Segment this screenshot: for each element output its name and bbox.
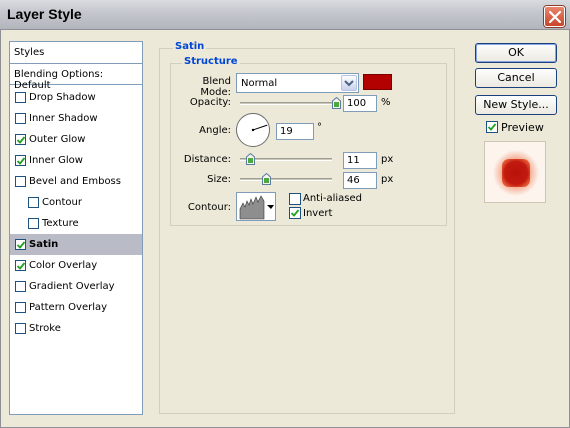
style-item-label: Inner Glow bbox=[29, 155, 83, 166]
style-item-inner-shadow[interactable]: Inner Shadow bbox=[10, 108, 142, 129]
opacity-input[interactable]: 100 bbox=[343, 95, 377, 112]
style-item-label: Bevel and Emboss bbox=[29, 176, 121, 187]
style-item-bevel-and-emboss[interactable]: Bevel and Emboss bbox=[10, 171, 142, 192]
styles-header[interactable]: Styles bbox=[10, 42, 142, 64]
style-item-label: Pattern Overlay bbox=[29, 302, 108, 313]
opacity-unit: % bbox=[381, 97, 391, 108]
title-bar: Layer Style bbox=[0, 0, 570, 30]
invert-label: Invert bbox=[303, 208, 333, 219]
invert-checkbox[interactable] bbox=[289, 207, 301, 219]
size-label: Size: bbox=[207, 174, 231, 185]
structure-group-title: Structure bbox=[182, 56, 240, 67]
close-icon bbox=[549, 11, 561, 23]
distance-input[interactable]: 11 bbox=[343, 152, 377, 169]
contour-picker[interactable] bbox=[236, 192, 276, 221]
contour-curve-icon bbox=[238, 193, 266, 220]
caret-down-icon bbox=[267, 205, 274, 209]
style-item-drop-shadow[interactable]: Drop Shadow bbox=[10, 87, 142, 108]
style-checkbox[interactable] bbox=[15, 155, 26, 166]
style-checkbox[interactable] bbox=[28, 197, 39, 208]
close-button[interactable] bbox=[544, 6, 565, 27]
ok-button[interactable]: OK bbox=[475, 43, 557, 63]
style-checkbox[interactable] bbox=[15, 281, 26, 292]
style-item-color-overlay[interactable]: Color Overlay bbox=[10, 255, 142, 276]
style-item-label: Satin bbox=[29, 239, 59, 250]
style-checkbox[interactable] bbox=[15, 260, 26, 271]
cancel-button[interactable]: Cancel bbox=[475, 68, 557, 88]
anti-aliased-label: Anti-aliased bbox=[303, 193, 363, 204]
style-item-inner-glow[interactable]: Inner Glow bbox=[10, 150, 142, 171]
blend-mode-select[interactable]: Normal bbox=[236, 73, 359, 93]
satin-color-swatch[interactable] bbox=[363, 74, 392, 90]
style-item-label: Stroke bbox=[29, 323, 61, 334]
style-item-label: Inner Shadow bbox=[29, 113, 98, 124]
style-item-gradient-overlay[interactable]: Gradient Overlay bbox=[10, 276, 142, 297]
angle-input[interactable]: 19 bbox=[276, 123, 314, 140]
style-item-label: Color Overlay bbox=[29, 260, 98, 271]
angle-dial-needle bbox=[251, 124, 268, 132]
blend-mode-value: Normal bbox=[241, 78, 278, 89]
style-item-label: Outer Glow bbox=[29, 134, 86, 145]
style-checkbox[interactable] bbox=[28, 218, 39, 229]
satin-group-title: Satin bbox=[173, 41, 207, 52]
preview-label: Preview bbox=[501, 121, 544, 134]
style-checkbox[interactable] bbox=[15, 92, 26, 103]
style-item-label: Texture bbox=[42, 218, 79, 229]
angle-unit: ° bbox=[317, 122, 322, 133]
preview-thumbnail bbox=[484, 141, 546, 203]
style-checkbox[interactable] bbox=[15, 176, 26, 187]
style-item-satin[interactable]: Satin bbox=[10, 234, 142, 255]
window-title: Layer Style bbox=[7, 6, 82, 22]
style-item-stroke[interactable]: Stroke bbox=[10, 318, 142, 339]
size-unit: px bbox=[381, 174, 394, 185]
style-item-contour[interactable]: Contour bbox=[10, 192, 142, 213]
preview-swatch-image bbox=[493, 150, 539, 196]
style-checkbox[interactable] bbox=[15, 113, 26, 124]
angle-dial[interactable] bbox=[236, 113, 270, 147]
distance-slider-thumb[interactable] bbox=[245, 153, 255, 165]
size-slider-track[interactable] bbox=[240, 178, 332, 181]
blending-options-item[interactable]: Blending Options: Default bbox=[10, 64, 142, 91]
style-item-texture[interactable]: Texture bbox=[10, 213, 142, 234]
blend-mode-label: Blend Mode: bbox=[200, 76, 231, 98]
distance-label: Distance: bbox=[183, 154, 231, 165]
style-checkbox[interactable] bbox=[15, 134, 26, 145]
opacity-label: Opacity: bbox=[189, 97, 231, 108]
style-item-pattern-overlay[interactable]: Pattern Overlay bbox=[10, 297, 142, 318]
style-checkbox[interactable] bbox=[15, 302, 26, 313]
styles-list: Styles Blending Options: Default Drop Sh… bbox=[9, 41, 143, 415]
opacity-slider-thumb[interactable] bbox=[332, 97, 341, 109]
size-slider-thumb[interactable] bbox=[262, 173, 272, 185]
anti-aliased-checkbox[interactable] bbox=[289, 193, 301, 205]
new-style-button[interactable]: New Style... bbox=[475, 95, 557, 115]
size-input[interactable]: 46 bbox=[343, 172, 377, 189]
style-checkbox[interactable] bbox=[15, 323, 26, 334]
preview-checkbox[interactable] bbox=[486, 121, 498, 133]
style-checkbox[interactable] bbox=[15, 239, 26, 250]
style-item-label: Contour bbox=[42, 197, 82, 208]
opacity-slider-track[interactable] bbox=[240, 102, 336, 105]
style-item-label: Gradient Overlay bbox=[29, 281, 115, 292]
distance-unit: px bbox=[381, 154, 394, 165]
style-item-outer-glow[interactable]: Outer Glow bbox=[10, 129, 142, 150]
contour-label: Contour: bbox=[187, 202, 231, 213]
angle-label: Angle: bbox=[199, 125, 231, 136]
style-item-label: Drop Shadow bbox=[29, 92, 96, 103]
chevron-down-icon bbox=[341, 75, 357, 91]
